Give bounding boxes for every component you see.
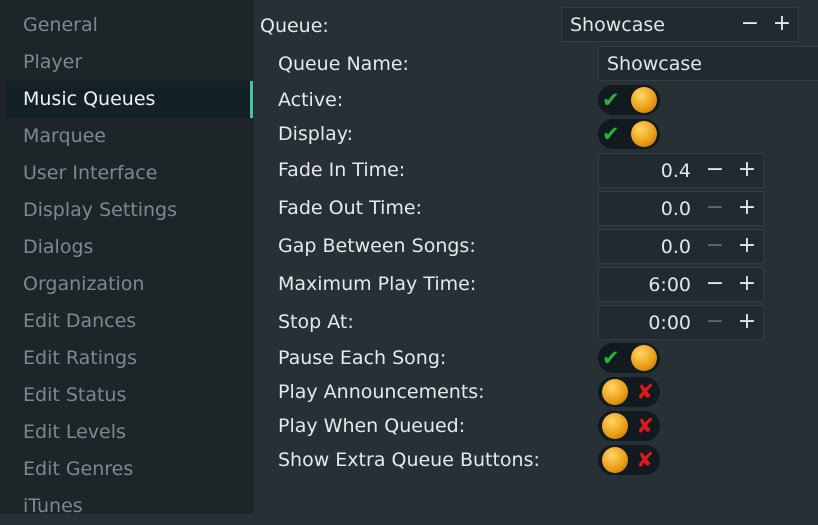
toggle-knob xyxy=(631,121,657,147)
sidebar-item-player[interactable]: Player xyxy=(6,44,252,81)
check-icon: ✔ xyxy=(602,122,620,146)
add-queue-button[interactable]: + xyxy=(766,8,798,42)
active-toggle[interactable]: ✔ xyxy=(598,85,660,115)
fade-in-decrement-button[interactable]: − xyxy=(699,154,731,188)
display-toggle[interactable]: ✔ xyxy=(598,119,660,149)
gap-value: 0.0 xyxy=(660,236,691,258)
stop-at-label: Stop At: xyxy=(278,311,354,333)
play-when-queued-toggle[interactable]: ✘ xyxy=(598,411,660,441)
show-extra-label: Show Extra Queue Buttons: xyxy=(278,449,540,471)
toggle-knob xyxy=(631,345,657,371)
toggle-knob xyxy=(602,447,628,473)
gap-increment-button[interactable]: + xyxy=(731,230,763,264)
show-extra-toggle[interactable]: ✘ xyxy=(598,445,660,475)
stop-at-spinbox[interactable]: 0:00 − + xyxy=(598,305,764,340)
queue-name-label: Queue Name: xyxy=(278,53,409,75)
gap-spinbox[interactable]: 0.0 − + xyxy=(598,229,764,264)
fade-out-increment-button[interactable]: + xyxy=(731,192,763,226)
cross-icon: ✘ xyxy=(636,448,654,472)
play-when-queued-label: Play When Queued: xyxy=(278,415,466,437)
fade-out-spinbox[interactable]: 0.0 − + xyxy=(598,191,764,226)
max-play-increment-button[interactable]: + xyxy=(731,268,763,302)
fade-out-decrement-button[interactable]: − xyxy=(699,192,731,226)
toggle-knob xyxy=(631,87,657,113)
sidebar-item-edit-status[interactable]: Edit Status xyxy=(6,377,252,414)
queue-label: Queue: xyxy=(260,15,329,37)
fade-in-spinbox[interactable]: 0.4 − + xyxy=(598,153,764,188)
settings-sidebar: General Player Music Queues Marquee User… xyxy=(0,0,254,517)
remove-queue-button[interactable]: − xyxy=(734,8,766,42)
fade-in-value: 0.4 xyxy=(660,160,691,182)
queue-select-value: Showcase xyxy=(570,14,665,36)
check-icon: ✔ xyxy=(602,346,620,370)
cross-icon: ✘ xyxy=(636,380,654,404)
max-play-spinbox[interactable]: 6:00 − + xyxy=(598,267,764,302)
play-announcements-toggle[interactable]: ✘ xyxy=(598,377,660,407)
sidebar-item-organization[interactable]: Organization xyxy=(6,266,252,303)
sidebar-item-general[interactable]: General xyxy=(6,7,252,44)
fade-in-label: Fade In Time: xyxy=(278,159,406,181)
toggle-knob xyxy=(602,413,628,439)
queue-select[interactable]: Showcase − + xyxy=(561,7,799,42)
queue-name-input[interactable]: Showcase xyxy=(598,46,818,81)
display-label: Display: xyxy=(278,123,354,145)
active-label: Active: xyxy=(278,89,344,111)
sidebar-item-display-settings[interactable]: Display Settings xyxy=(6,192,252,229)
play-announcements-label: Play Announcements: xyxy=(278,381,485,403)
selection-indicator xyxy=(250,81,253,118)
check-icon: ✔ xyxy=(602,88,620,112)
sidebar-item-dialogs[interactable]: Dialogs xyxy=(6,229,252,266)
fade-in-increment-button[interactable]: + xyxy=(731,154,763,188)
stop-at-increment-button[interactable]: + xyxy=(731,306,763,340)
gap-label: Gap Between Songs: xyxy=(278,235,476,257)
sidebar-item-edit-genres[interactable]: Edit Genres xyxy=(6,451,252,488)
fade-out-value: 0.0 xyxy=(660,198,691,220)
pause-each-label: Pause Each Song: xyxy=(278,347,447,369)
sidebar-item-edit-dances[interactable]: Edit Dances xyxy=(6,303,252,340)
sidebar-item-marquee[interactable]: Marquee xyxy=(6,118,252,155)
sidebar-item-edit-ratings[interactable]: Edit Ratings xyxy=(6,340,252,377)
sidebar-item-itunes[interactable]: iTunes xyxy=(6,488,252,525)
pause-each-toggle[interactable]: ✔ xyxy=(598,343,660,373)
max-play-label: Maximum Play Time: xyxy=(278,273,477,295)
sidebar-item-edit-levels[interactable]: Edit Levels xyxy=(6,414,252,451)
queue-name-value: Showcase xyxy=(607,53,702,75)
fade-out-label: Fade Out Time: xyxy=(278,197,423,219)
toggle-knob xyxy=(602,379,628,405)
gap-decrement-button[interactable]: − xyxy=(699,230,731,264)
max-play-decrement-button[interactable]: − xyxy=(699,268,731,302)
cross-icon: ✘ xyxy=(636,414,654,438)
max-play-value: 6:00 xyxy=(648,274,691,296)
sidebar-item-user-interface[interactable]: User Interface xyxy=(6,155,252,192)
stop-at-value: 0:00 xyxy=(648,312,691,334)
sidebar-item-music-queues[interactable]: Music Queues xyxy=(6,81,252,118)
stop-at-decrement-button[interactable]: − xyxy=(699,306,731,340)
